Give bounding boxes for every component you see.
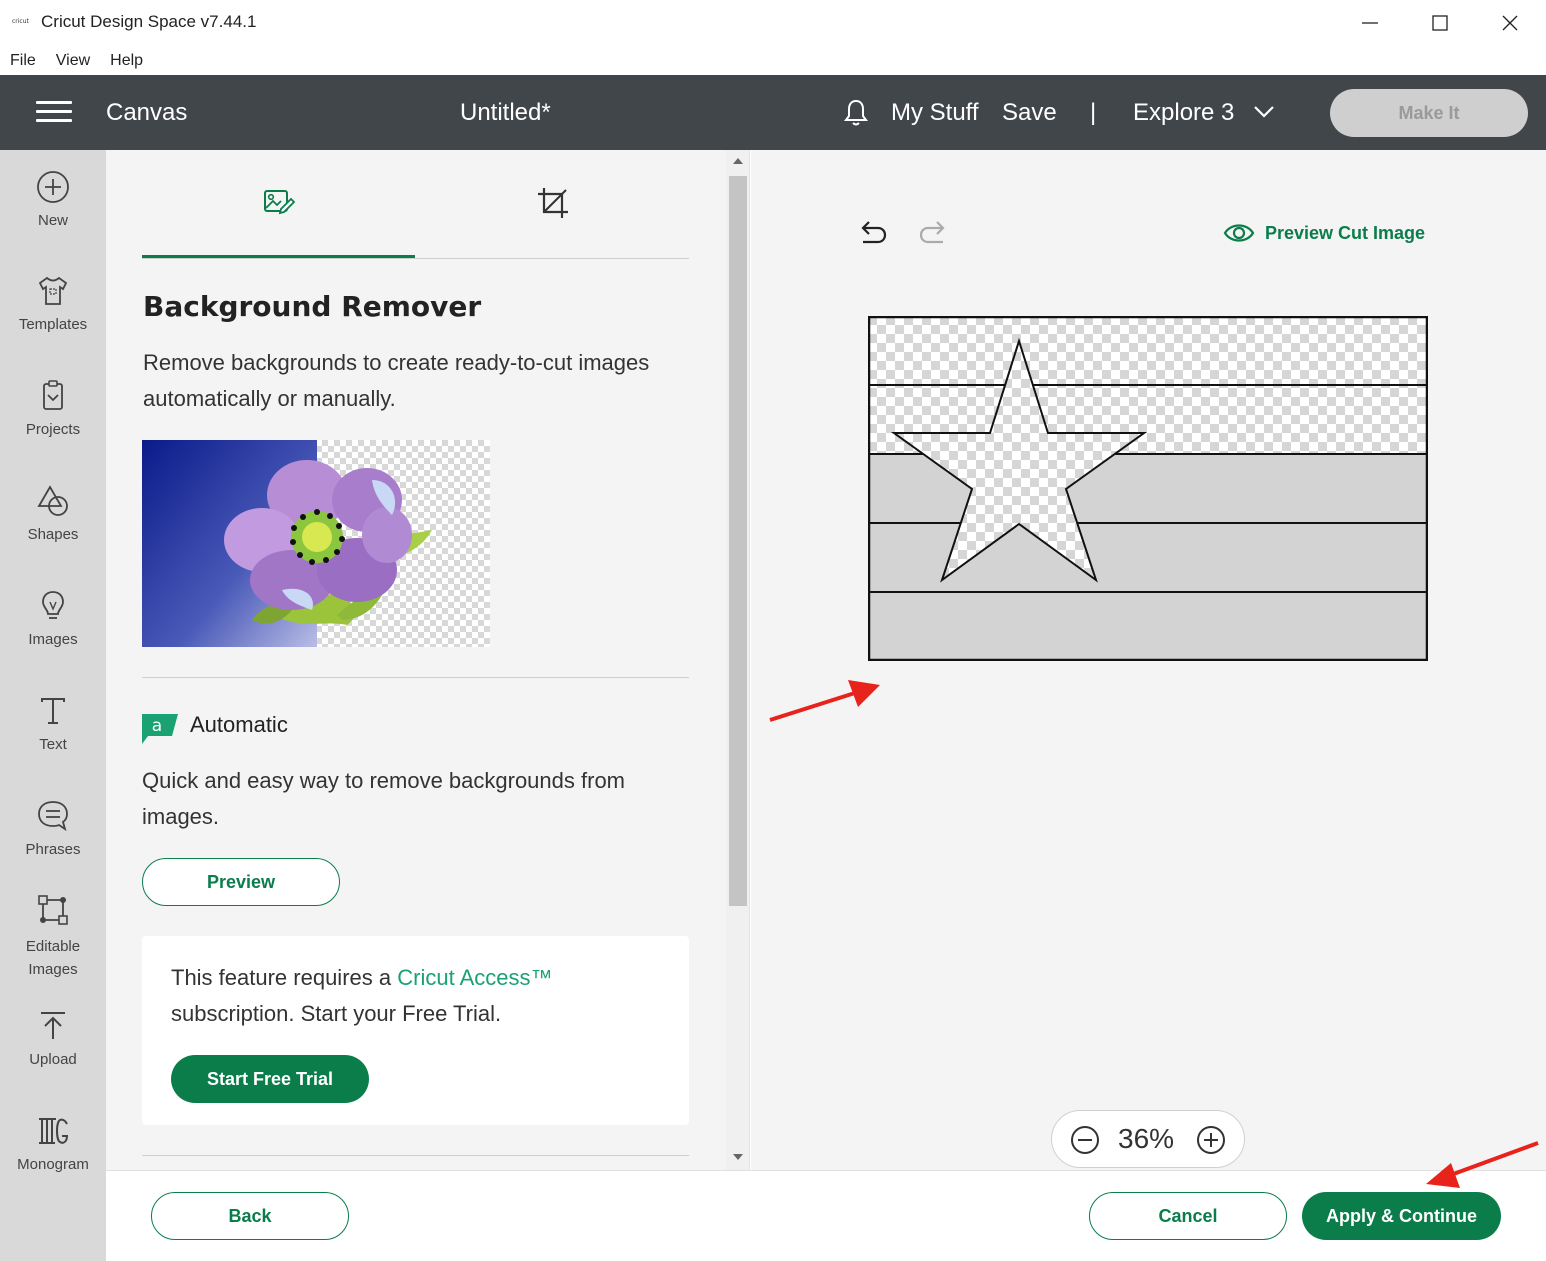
sidebar-item-label: Projects: [25, 421, 81, 438]
section-title: Canvas: [106, 99, 188, 126]
menu-help[interactable]: Help: [110, 52, 143, 70]
scrollbar-thumb[interactable]: [729, 176, 747, 906]
sidebar-item-label: Templates: [18, 316, 88, 333]
hamburger-menu-icon[interactable]: [36, 101, 72, 123]
sidebar-item-templates[interactable]: Templates: [0, 274, 106, 333]
close-icon: [1502, 15, 1518, 31]
minimize-icon: [1362, 22, 1378, 24]
sidebar-item-text[interactable]: Text: [0, 694, 106, 753]
left-sidebar: New Templates Projects Shapes Images Tex…: [0, 150, 106, 1261]
automatic-description: Quick and easy way to remove backgrounds…: [142, 768, 626, 829]
access-message: This feature requires a Cricut Access™ s…: [171, 965, 553, 1026]
editable-images-icon: [38, 895, 68, 925]
zoom-level: 36%: [1118, 1123, 1175, 1154]
sidebar-item-monogram[interactable]: Monogram: [0, 1114, 106, 1173]
monogram-icon: [39, 1118, 69, 1144]
make-it-button[interactable]: Make It: [1330, 89, 1528, 137]
window-title: Cricut Design Space v7.44.1: [41, 12, 257, 31]
automatic-badge-icon: a: [142, 714, 178, 744]
my-stuff-link[interactable]: My Stuff: [891, 99, 979, 127]
document-title: Untitled*: [460, 99, 551, 126]
title-bar: cricut Cricut Design Space v7.44.1: [0, 0, 1546, 46]
top-header: Canvas Untitled* My Stuff Save | Explore…: [0, 75, 1546, 150]
cricut-access-link[interactable]: Cricut Access™: [397, 965, 552, 990]
close-window-button[interactable]: [1490, 8, 1530, 38]
menu-file[interactable]: File: [10, 52, 36, 70]
maximize-button[interactable]: [1420, 8, 1460, 38]
panel-title: Background Remover: [143, 290, 482, 323]
sidebar-item-images[interactable]: Images: [0, 589, 106, 648]
tab-divider: [142, 258, 689, 259]
text-icon: [41, 698, 65, 724]
machine-selector[interactable]: Explore 3: [1133, 99, 1234, 127]
preview-button[interactable]: Preview: [142, 858, 340, 906]
start-free-trial-button[interactable]: Start Free Trial: [171, 1055, 369, 1103]
crop-tab-icon[interactable]: [536, 186, 570, 220]
sidebar-item-label: Monogram: [17, 1156, 89, 1173]
preview-cut-label: Preview Cut Image: [1265, 222, 1426, 243]
eye-icon: [1223, 224, 1255, 242]
sidebar-item-phrases[interactable]: Phrases: [0, 799, 106, 858]
plus-circle-icon: [37, 171, 69, 203]
minimize-button[interactable]: [1350, 8, 1390, 38]
back-button[interactable]: Back: [151, 1192, 349, 1240]
automatic-title: Automatic: [190, 712, 288, 737]
bell-icon[interactable]: [840, 97, 872, 129]
lightbulb-icon: [42, 591, 64, 619]
menu-view[interactable]: View: [56, 52, 90, 70]
section-divider: [142, 677, 689, 678]
cricut-access-card: This feature requires a Cricut Access™ s…: [142, 936, 689, 1125]
sidebar-item-label: Text: [39, 736, 67, 753]
flower-example-image: [142, 440, 490, 647]
sidebar-item-label: Shapes: [27, 526, 79, 543]
scroll-up-arrow-icon[interactable]: [733, 158, 743, 164]
scroll-down-arrow-icon[interactable]: [733, 1154, 743, 1160]
sidebar-item-shapes[interactable]: Shapes: [0, 484, 106, 543]
sidebar-item-label: New: [37, 212, 68, 229]
apply-continue-button[interactable]: Apply & Continue: [1302, 1192, 1501, 1240]
panel-description: Remove backgrounds to create ready-to-cu…: [143, 350, 650, 411]
sidebar-item-label: Images: [28, 631, 78, 648]
projects-icon: [43, 380, 63, 410]
section-divider: [142, 1155, 689, 1156]
preview-cut-image-button[interactable]: Preview Cut Image: [1223, 220, 1425, 246]
chevron-down-icon[interactable]: [1253, 105, 1275, 119]
maximize-icon: [1432, 15, 1448, 31]
sidebar-item-label: Phrases: [25, 841, 81, 858]
undo-icon[interactable]: [856, 220, 888, 248]
svg-text:a: a: [152, 716, 162, 736]
zoom-control: 36%: [1051, 1110, 1245, 1168]
sidebar-item-label: Editable Images: [25, 938, 81, 978]
sidebar-item-upload[interactable]: Upload: [0, 1009, 106, 1068]
shirt-icon: [38, 276, 68, 305]
cancel-button[interactable]: Cancel: [1089, 1192, 1287, 1240]
sidebar-item-new[interactable]: New: [0, 170, 106, 229]
sidebar-item-projects[interactable]: Projects: [0, 379, 106, 438]
save-button[interactable]: Save: [1002, 99, 1057, 127]
panel-scrollbar[interactable]: [726, 150, 750, 1170]
redo-icon[interactable]: [918, 220, 950, 248]
active-tab-indicator: [142, 255, 415, 258]
speech-bubble-icon: [38, 801, 68, 832]
cricut-logo-icon: cricut: [12, 18, 29, 25]
sidebar-item-label: Upload: [29, 1051, 77, 1068]
zoom-out-icon[interactable]: [1070, 1125, 1100, 1155]
image-edit-tab-icon[interactable]: [262, 186, 296, 220]
menu-bar: File View Help: [0, 46, 1546, 75]
sidebar-item-editable-images[interactable]: Editable Images: [0, 893, 106, 981]
upload-icon: [41, 1012, 65, 1039]
flag-image-preview[interactable]: [868, 316, 1428, 661]
header-separator: |: [1090, 99, 1097, 126]
shapes-icon: [37, 485, 68, 516]
zoom-in-icon[interactable]: [1196, 1125, 1226, 1155]
